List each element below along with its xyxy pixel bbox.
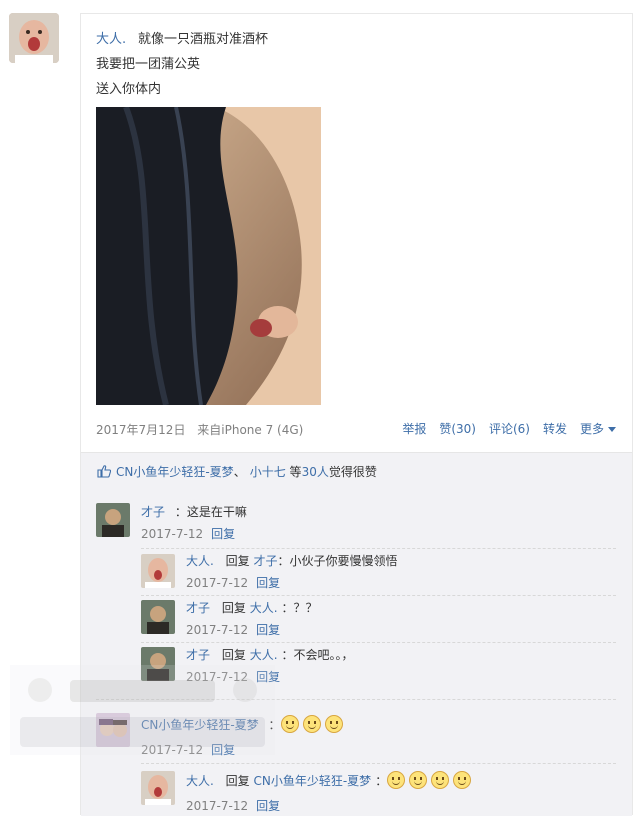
comment-3-meta: 2017-7-12 回复 [186, 621, 280, 638]
smile-emoji-icon [302, 715, 321, 733]
comment-6-date: 2017-7-12 [186, 799, 249, 813]
comment-2-date: 2017-7-12 [186, 576, 249, 590]
comment-5-text: ： [268, 718, 281, 732]
poster-avatar[interactable] [9, 13, 59, 63]
smile-emoji-icon [409, 771, 428, 789]
likes-mid: 等 [289, 465, 302, 479]
divider [141, 595, 616, 596]
comment-5-meta: 2017-7-12 回复 [141, 741, 235, 758]
smile-emoji-icon [324, 715, 343, 733]
comment-5-reply[interactable]: 回复 [211, 743, 235, 757]
post-text-line-3: 送入你体内 [96, 82, 162, 97]
comment-4-target[interactable]: 大人. [250, 648, 278, 662]
comment-section: CN小鱼年少轻狂-夏梦、 小十七 等30人觉得很赞 才子 ：这是在干嘛 2017-… [81, 452, 632, 816]
like-user-2[interactable]: 小十七 [250, 465, 286, 479]
comment-6-author[interactable]: 大人. [186, 774, 214, 788]
comment-4-reply-word: 回复 [221, 648, 246, 662]
likes-separator: 、 [233, 465, 246, 479]
post-photo[interactable] [96, 107, 321, 405]
post-text-line-2: 我要把一团蒲公英 [96, 57, 201, 72]
comment-3-text: ：？？ [281, 601, 318, 615]
comment-2-meta: 2017-7-12 回复 [186, 574, 280, 591]
comment-avatar-daren[interactable] [141, 554, 175, 588]
comment-4-date: 2017-7-12 [186, 670, 249, 684]
comment-2-reply[interactable]: 回复 [256, 576, 280, 590]
divider [141, 642, 616, 643]
comment-avatar-caizi[interactable] [141, 600, 175, 634]
smile-emoji-icon [280, 715, 299, 733]
comment-1-reply[interactable]: 回复 [211, 527, 235, 541]
comment-2-author[interactable]: 大人. [186, 554, 214, 568]
likes-summary: CN小鱼年少轻狂-夏梦、 小十七 等30人觉得很赞 [97, 463, 377, 480]
comment-4-meta: 2017-7-12 回复 [186, 668, 280, 685]
comment-1: 才子 ：这是在干嘛 [141, 503, 247, 520]
post-date[interactable]: 2017年7月12日 [96, 423, 185, 437]
like-count[interactable]: 30人 [302, 465, 329, 479]
post-meta: 2017年7月12日 来自iPhone 7 (4G) [96, 421, 303, 438]
comment-avatar-caizi[interactable] [96, 503, 130, 537]
comment-6-reply[interactable]: 回复 [256, 799, 280, 813]
report-button[interactable]: 举报 [402, 420, 426, 437]
comment-button[interactable]: 评论(6) [489, 420, 530, 437]
comment-avatar-xiameng[interactable] [96, 713, 130, 747]
comment-6-reply-word: 回复 [225, 774, 250, 788]
comment-6-target[interactable]: CN小鱼年少轻狂-夏梦 [254, 774, 372, 788]
comment-4: 才子 回复 大人. ：不会吧。。， [186, 646, 354, 663]
post-card: 大人. 就像一只酒瓶对准酒杯 我要把一团蒲公英 送入你体内 2017年7月12日… [80, 13, 633, 816]
comment-3-reply-word: 回复 [221, 601, 246, 615]
comment-5-author[interactable]: CN小鱼年少轻狂-夏梦 [141, 718, 259, 732]
comment-6: 大人. 回复 CN小鱼年少轻狂-夏梦： [186, 771, 475, 789]
comment-3-target[interactable]: 大人. [250, 601, 278, 615]
divider [96, 699, 616, 700]
chevron-down-icon [608, 427, 616, 432]
comment-6-text: ： [375, 774, 388, 788]
comment-2-text: ：小伙子你要慢慢领悟 [277, 554, 398, 568]
comment-4-author[interactable]: 才子 [186, 648, 210, 662]
comment-1-date: 2017-7-12 [141, 527, 204, 541]
comment-avatar-caizi[interactable] [141, 647, 175, 681]
comment-1-text: ：这是在干嘛 [174, 505, 247, 519]
smile-emoji-icon [387, 771, 406, 789]
comment-4-reply[interactable]: 回复 [256, 670, 280, 684]
forward-button[interactable]: 转发 [543, 420, 567, 437]
smile-emoji-icon [453, 771, 472, 789]
comment-2-reply-word: 回复 [225, 554, 250, 568]
comment-avatar-daren[interactable] [141, 771, 175, 805]
comment-5: CN小鱼年少轻狂-夏梦 ： [141, 715, 347, 733]
smile-emoji-icon [431, 771, 450, 789]
more-button[interactable]: 更多 [580, 420, 616, 437]
like-user-1[interactable]: CN小鱼年少轻狂-夏梦 [116, 465, 234, 479]
more-label: 更多 [579, 422, 604, 436]
post-source: 来自iPhone 7 (4G) [197, 423, 304, 437]
post-actions: 举报 赞(30) 评论(6) 转发 更多 [402, 420, 616, 437]
comment-1-meta: 2017-7-12 回复 [141, 525, 235, 542]
comment-3-date: 2017-7-12 [186, 623, 249, 637]
comment-3-author[interactable]: 才子 [186, 601, 210, 615]
comment-4-text: ：不会吧。。， [281, 648, 354, 662]
divider [141, 763, 616, 764]
comment-2-target[interactable]: 才子 [254, 554, 278, 568]
post-text-line-1: 就像一只酒瓶对准酒杯 [138, 32, 269, 47]
comment-5-date: 2017-7-12 [141, 743, 204, 757]
likes-tail: 觉得很赞 [328, 465, 377, 479]
thumbs-up-icon [97, 465, 111, 478]
comment-1-author[interactable]: 才子 [141, 505, 165, 519]
comment-6-meta: 2017-7-12 回复 [186, 797, 280, 814]
divider [141, 548, 616, 549]
comment-3-reply[interactable]: 回复 [256, 623, 280, 637]
comment-2: 大人. 回复 才子：小伙子你要慢慢领悟 [186, 552, 398, 569]
post-author[interactable]: 大人. [96, 28, 126, 47]
comment-3: 才子 回复 大人.：？？ [186, 599, 318, 616]
like-button[interactable]: 赞(30) [439, 420, 476, 437]
